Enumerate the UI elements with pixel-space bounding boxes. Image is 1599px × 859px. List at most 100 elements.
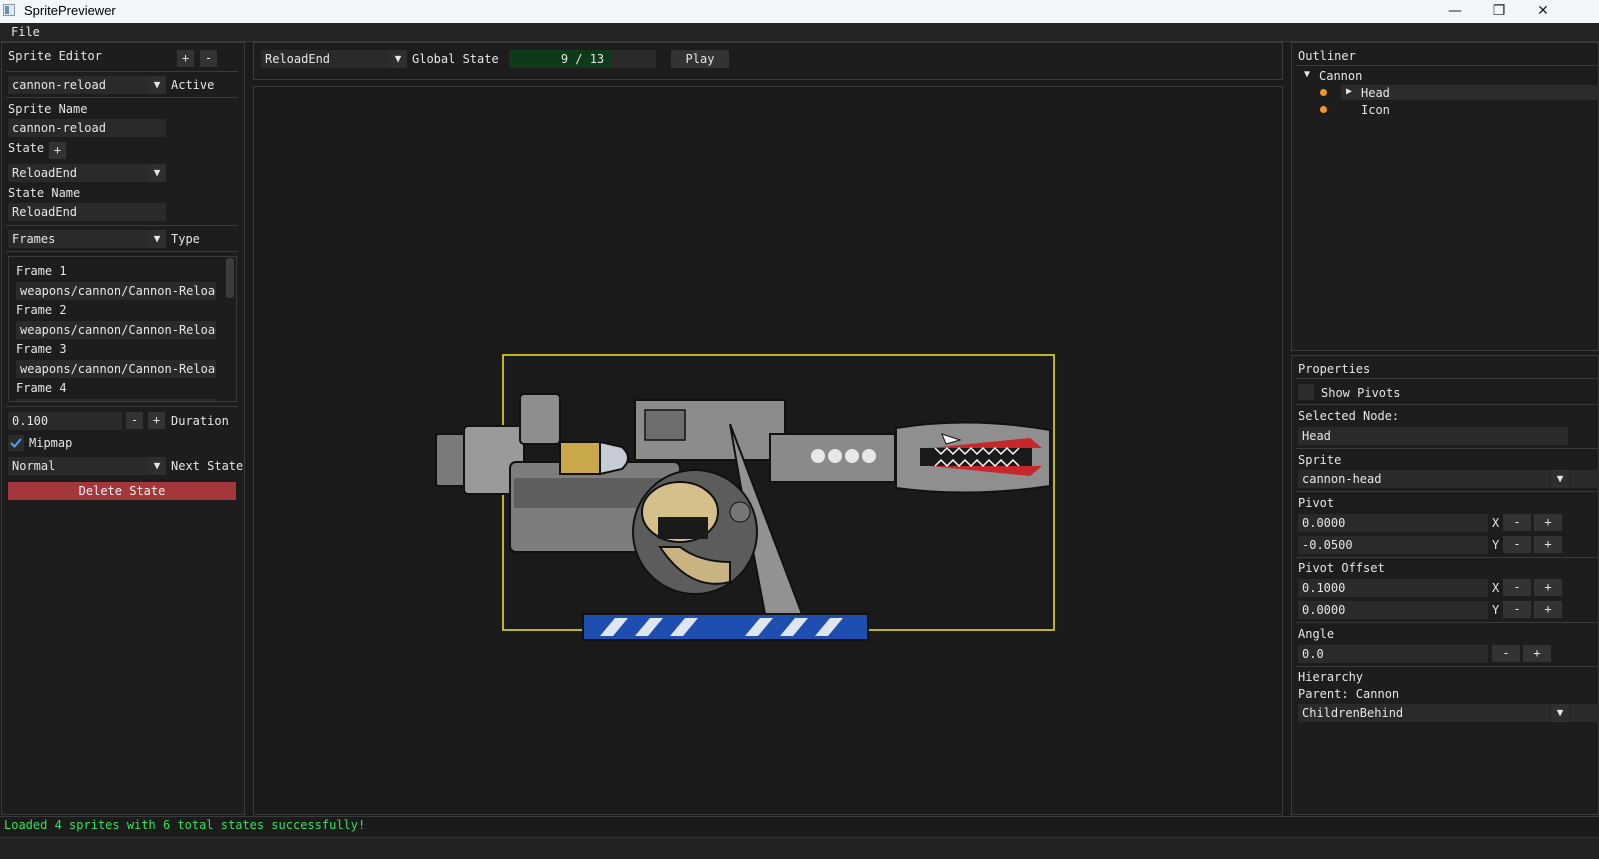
preview-state-value: ReloadEnd: [265, 52, 331, 66]
type-select[interactable]: Frames ▼: [8, 230, 166, 248]
node-dot-icon: [1320, 106, 1327, 113]
pivot-y-minus-button[interactable]: -: [1503, 536, 1531, 553]
add-state-button[interactable]: +: [49, 142, 66, 159]
sprite-select-value: cannon-reload: [12, 78, 106, 92]
state-name-input[interactable]: ReloadEnd: [8, 203, 166, 221]
show-pivots-checkbox[interactable]: [1298, 384, 1314, 400]
selected-node-input[interactable]: Head: [1298, 427, 1568, 445]
tree-node-icon[interactable]: Icon: [1361, 103, 1390, 117]
frame-path-input[interactable]: weapons/cannon/Cannon-Reload(: [16, 321, 216, 339]
expand-triangle-icon[interactable]: ▼: [1304, 69, 1310, 80]
frames-scrollbar[interactable]: [226, 258, 234, 298]
selected-node-label: Selected Node:: [1298, 409, 1400, 423]
active-label: Active: [171, 78, 215, 92]
outliner-header: Outliner: [1298, 49, 1356, 63]
global-state-label: Global State: [412, 52, 499, 66]
chevron-down-icon: ▼: [148, 164, 166, 182]
pivot-offset-x-minus-button[interactable]: -: [1503, 579, 1531, 596]
divider: [1296, 378, 1599, 379]
sprite-editor-header: Sprite Editor: [8, 49, 102, 63]
menu-file[interactable]: File: [11, 25, 40, 39]
pivot-x-plus-button[interactable]: +: [1534, 514, 1562, 531]
expand-arrow-icon[interactable]: ▶: [1346, 86, 1352, 97]
preview-state-select[interactable]: ReloadEnd ▼: [261, 50, 407, 68]
mipmap-checkbox[interactable]: [8, 435, 24, 451]
next-state-label: Next State: [171, 459, 244, 473]
divider: [1296, 666, 1599, 667]
pivot-y-input[interactable]: -0.0500: [1298, 536, 1488, 554]
node-dot-icon: [1320, 89, 1327, 96]
draw-order-select[interactable]: ChildrenBehind ▼: [1298, 704, 1599, 722]
minimize-icon[interactable]: —: [1433, 0, 1477, 23]
divider: [1296, 404, 1599, 405]
sprite-select[interactable]: cannon-reload ▼: [8, 76, 166, 94]
pivot-x-label: X: [1492, 516, 1500, 530]
divider: [6, 251, 238, 252]
divider: [6, 225, 238, 226]
next-state-select[interactable]: Normal ▼: [8, 457, 166, 475]
type-label: Type: [171, 232, 200, 246]
chevron-down-icon: ▼: [1551, 470, 1569, 488]
pivot-offset-y-label: Y: [1492, 603, 1500, 617]
chevron-down-icon: ▼: [148, 76, 166, 94]
pivot-y-plus-button[interactable]: +: [1534, 536, 1562, 553]
pivot-offset-y-plus-button[interactable]: +: [1534, 601, 1562, 618]
divider: [1296, 65, 1599, 66]
sprite-name-label: Sprite Name: [8, 102, 88, 116]
duration-input[interactable]: 0.100: [8, 412, 122, 430]
app-icon: [3, 4, 15, 16]
delete-state-button[interactable]: Delete State: [8, 482, 236, 500]
duration-minus-button[interactable]: -: [126, 412, 143, 429]
divider: [1296, 557, 1599, 558]
chevron-down-icon: ▼: [148, 230, 166, 248]
chevron-down-icon: ▼: [389, 50, 407, 68]
pivot-offset-x-input[interactable]: 0.1000: [1298, 579, 1488, 597]
window-bottom-edge: [0, 837, 1599, 859]
state-name-label: State Name: [8, 186, 81, 200]
pivot-offset-x-plus-button[interactable]: +: [1534, 579, 1562, 596]
frame-path-input[interactable]: [16, 399, 216, 401]
angle-label: Angle: [1298, 627, 1335, 641]
properties-header: Properties: [1298, 362, 1371, 376]
chevron-down-icon: ▼: [1551, 704, 1569, 722]
tree-node-cannon[interactable]: Cannon: [1319, 69, 1362, 83]
pivot-x-input[interactable]: 0.0000: [1298, 514, 1488, 532]
sprite-select[interactable]: cannon-head ▼: [1298, 470, 1599, 488]
sprite-label: Sprite: [1298, 453, 1342, 467]
remove-sprite-button[interactable]: -: [200, 50, 217, 67]
pivot-offset-y-input[interactable]: 0.0000: [1298, 601, 1488, 619]
pivot-offset-label: Pivot Offset: [1298, 561, 1385, 575]
tree-node-head[interactable]: Head: [1361, 86, 1390, 100]
play-button[interactable]: Play: [671, 50, 729, 68]
frames-list[interactable]: Frame 1 weapons/cannon/Cannon-Reload( Fr…: [8, 256, 237, 402]
pivot-offset-y-minus-button[interactable]: -: [1503, 601, 1531, 618]
angle-minus-button[interactable]: -: [1492, 645, 1520, 662]
angle-plus-button[interactable]: +: [1523, 645, 1551, 662]
divider: [6, 71, 238, 72]
frame-label: Frame 3: [16, 342, 67, 356]
pivot-y-label: Y: [1492, 538, 1500, 552]
frame-slider[interactable]: 9 / 13: [509, 50, 656, 68]
menu-bar: [0, 23, 1599, 42]
show-pivots-label: Show Pivots: [1321, 386, 1401, 400]
close-icon[interactable]: ✕: [1521, 0, 1565, 23]
checkmark-icon: [10, 438, 22, 448]
pivot-offset-x-label: X: [1492, 581, 1500, 595]
restore-icon[interactable]: ❐: [1477, 0, 1521, 23]
add-sprite-button[interactable]: +: [177, 50, 194, 67]
state-label: State: [8, 141, 45, 155]
preview-toolbar: [253, 42, 1283, 80]
duration-plus-button[interactable]: +: [148, 412, 165, 429]
frame-path-input[interactable]: weapons/cannon/Cannon-Reload(: [16, 360, 216, 378]
sprite-name-input[interactable]: cannon-reload: [8, 119, 166, 137]
hierarchy-label: Hierarchy: [1298, 670, 1364, 684]
frame-path-input[interactable]: weapons/cannon/Cannon-Reload(: [16, 282, 216, 300]
angle-input[interactable]: 0.0: [1298, 645, 1488, 663]
chevron-down-icon: ▼: [148, 457, 166, 475]
pivot-x-minus-button[interactable]: -: [1503, 514, 1531, 531]
sprite-select-value: cannon-head: [1302, 472, 1382, 486]
state-select[interactable]: ReloadEnd ▼: [8, 164, 166, 182]
divider: [6, 97, 238, 98]
duration-label: Duration: [171, 414, 229, 428]
cannon-sprite: [435, 354, 1055, 641]
